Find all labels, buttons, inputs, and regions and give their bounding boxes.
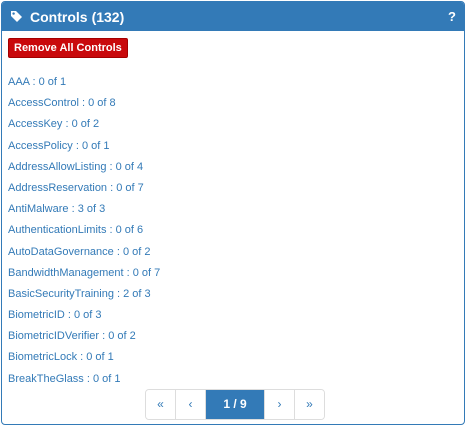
list-item: AccessPolicy : 0 of 1 — [8, 136, 458, 157]
control-link[interactable]: AccessControl : 0 of 8 — [8, 97, 116, 109]
control-link[interactable]: AntiMalware : 3 of 3 — [8, 203, 105, 215]
first-page-button[interactable]: « — [146, 390, 176, 419]
list-item: AuthenticationLimits : 0 of 6 — [8, 220, 458, 241]
list-item: AntiMalware : 3 of 3 — [8, 199, 458, 220]
control-list: AAA : 0 of 1 AccessControl : 0 of 8 Acce… — [8, 72, 458, 390]
panel-header: Controls (132) ? — [2, 2, 464, 31]
list-item: BiometricIDVerifier : 0 of 2 — [8, 326, 458, 347]
control-link[interactable]: BiometricID : 0 of 3 — [8, 309, 102, 321]
control-link[interactable]: BreakTheGlass : 0 of 1 — [8, 373, 121, 385]
last-page-button[interactable]: » — [295, 390, 324, 419]
list-item: AddressReservation : 0 of 7 — [8, 178, 458, 199]
control-link[interactable]: BiometricLock : 0 of 1 — [8, 351, 114, 363]
current-page-indicator: 1 / 9 — [206, 390, 265, 419]
list-item: AccessKey : 0 of 2 — [8, 114, 458, 135]
list-item: BiometricID : 0 of 3 — [8, 305, 458, 326]
control-link[interactable]: AAA : 0 of 1 — [8, 76, 66, 88]
list-item: AutoDataGovernance : 0 of 2 — [8, 242, 458, 263]
next-page-button[interactable]: › — [265, 390, 295, 419]
list-item: BandwidthManagement : 0 of 7 — [8, 263, 458, 284]
control-link[interactable]: AutoDataGovernance : 0 of 2 — [8, 246, 150, 258]
control-link[interactable]: AddressReservation : 0 of 7 — [8, 182, 144, 194]
controls-panel: Controls (132) ? Remove All Controls AAA … — [1, 1, 465, 425]
list-item: AAA : 0 of 1 — [8, 72, 458, 93]
remove-all-controls-button[interactable]: Remove All Controls — [8, 38, 128, 58]
control-link[interactable]: BasicSecurityTraining : 2 of 3 — [8, 288, 151, 300]
panel-title-text: Controls — [30, 8, 88, 25]
list-item: AddressAllowListing : 0 of 4 — [8, 157, 458, 178]
list-item: AccessControl : 0 of 8 — [8, 93, 458, 114]
control-link[interactable]: BandwidthManagement : 0 of 7 — [8, 267, 160, 279]
control-link[interactable]: AccessKey : 0 of 2 — [8, 118, 99, 130]
previous-page-button[interactable]: ‹ — [176, 390, 206, 419]
list-item: BiometricLock : 0 of 1 — [8, 347, 458, 368]
control-link[interactable]: AddressAllowListing : 0 of 4 — [8, 161, 143, 173]
panel-title: Controls (132) — [30, 9, 124, 25]
controls-count: (132) — [91, 8, 125, 25]
panel-body: Remove All Controls AAA : 0 of 1 AccessC… — [2, 31, 464, 390]
control-link[interactable]: AuthenticationLimits : 0 of 6 — [8, 224, 143, 236]
control-link[interactable]: AccessPolicy : 0 of 1 — [8, 140, 110, 152]
tag-icon — [10, 10, 23, 23]
list-item: BasicSecurityTraining : 2 of 3 — [8, 284, 458, 305]
list-item: BreakTheGlass : 0 of 1 — [8, 369, 458, 390]
control-link[interactable]: BiometricIDVerifier : 0 of 2 — [8, 330, 136, 342]
help-icon[interactable]: ? — [448, 9, 456, 24]
pagination: « ‹ 1 / 9 › » — [145, 389, 325, 420]
